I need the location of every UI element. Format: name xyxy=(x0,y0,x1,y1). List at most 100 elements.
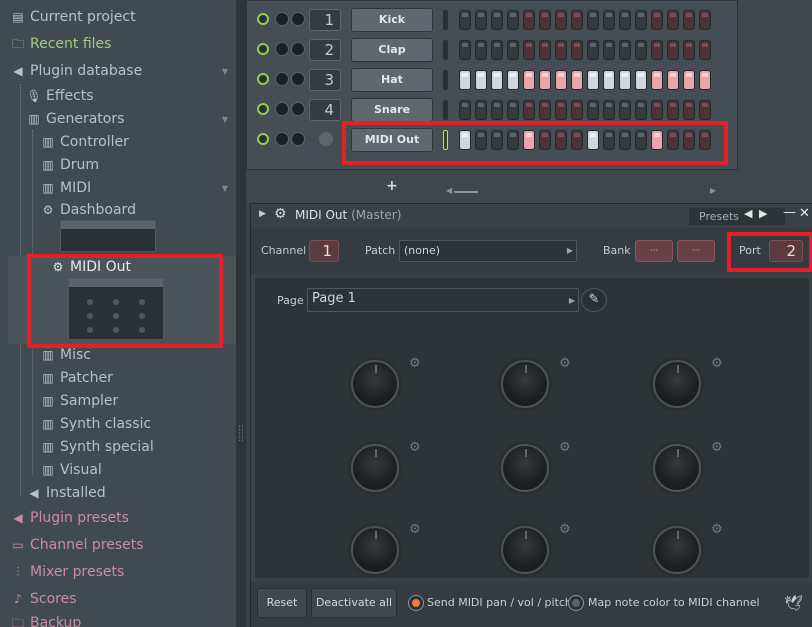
browser-item-midi-out[interactable]: ⚙ MIDI Out xyxy=(50,256,131,279)
channel-mute-led[interactable] xyxy=(257,43,269,55)
step-button[interactable] xyxy=(459,40,471,60)
step-button[interactable] xyxy=(651,100,663,120)
step-button[interactable] xyxy=(475,130,487,150)
step-button[interactable] xyxy=(587,100,599,120)
step-button[interactable] xyxy=(507,70,519,90)
browser-item-patcher[interactable]: ▥ Patcher xyxy=(40,367,113,390)
step-button[interactable] xyxy=(555,100,567,120)
channel-mixer-track-number[interactable]: 3 xyxy=(309,69,341,91)
step-button[interactable] xyxy=(523,100,535,120)
step-button[interactable] xyxy=(603,10,615,30)
browser-item-drum[interactable]: ▥ Drum xyxy=(40,154,99,177)
step-button[interactable] xyxy=(491,10,503,30)
step-button[interactable] xyxy=(619,40,631,60)
knob-settings-gear-icon[interactable]: ⚙ xyxy=(559,522,571,537)
channel-pan-knob[interactable] xyxy=(275,12,289,26)
step-button[interactable] xyxy=(699,130,711,150)
step-button[interactable] xyxy=(555,40,567,60)
step-button[interactable] xyxy=(587,130,599,150)
browser-item-plugin-presets[interactable]: ◀ Plugin presets xyxy=(10,507,129,530)
map-note-color-label[interactable]: Map note color to MIDI channel xyxy=(588,596,760,609)
step-button[interactable] xyxy=(635,70,647,90)
controller-knob[interactable] xyxy=(501,444,549,492)
step-button[interactable] xyxy=(491,100,503,120)
channel-mixer-track-number[interactable]: 2 xyxy=(309,39,341,61)
step-button[interactable] xyxy=(667,40,679,60)
presets-button[interactable]: Presets xyxy=(689,208,785,225)
step-button[interactable] xyxy=(555,10,567,30)
controller-knob[interactable] xyxy=(653,526,701,574)
channel-mute-led[interactable] xyxy=(257,13,269,25)
plugin-title-bar[interactable]: ▶ ⚙ MIDI Out (Master) Presets ◀ ▶ — ✕ xyxy=(251,204,812,228)
browser-item-plugin-database[interactable]: ◀ Plugin database ▼ xyxy=(10,60,234,83)
step-button[interactable] xyxy=(603,100,615,120)
step-button[interactable] xyxy=(539,130,551,150)
step-button[interactable] xyxy=(683,70,695,90)
browser-item-scores[interactable]: ♪ Scores xyxy=(10,588,76,611)
step-button[interactable] xyxy=(667,70,679,90)
send-midi-radio[interactable] xyxy=(409,596,423,610)
close-icon[interactable]: ✕ xyxy=(799,206,810,221)
deactivate-all-button[interactable]: Deactivate all xyxy=(311,588,397,618)
controller-knob[interactable] xyxy=(351,360,399,408)
scroll-right-icon[interactable]: ▶ xyxy=(710,186,716,195)
step-button[interactable] xyxy=(523,10,535,30)
step-button[interactable] xyxy=(699,100,711,120)
step-button[interactable] xyxy=(619,10,631,30)
splitter-grip[interactable] xyxy=(239,425,243,441)
step-button[interactable] xyxy=(475,40,487,60)
step-button[interactable] xyxy=(683,100,695,120)
step-button[interactable] xyxy=(539,10,551,30)
browser-item-recent-files[interactable]: 🗀 Recent files xyxy=(10,33,111,56)
patch-dropdown[interactable]: (none) ▶ xyxy=(399,240,577,262)
channel-name-button[interactable]: Snare xyxy=(351,98,433,122)
gear-icon[interactable]: ⚙ xyxy=(274,206,287,222)
channel-select-indicator[interactable] xyxy=(443,40,448,60)
step-button[interactable] xyxy=(587,70,599,90)
step-button[interactable] xyxy=(507,40,519,60)
step-button[interactable] xyxy=(651,130,663,150)
scroll-thumb[interactable] xyxy=(454,191,478,193)
step-button[interactable] xyxy=(683,10,695,30)
browser-item-dashboard[interactable]: ⚙ Dashboard xyxy=(40,199,136,222)
knob-settings-gear-icon[interactable]: ⚙ xyxy=(409,522,421,537)
step-button[interactable] xyxy=(635,100,647,120)
channel-select-indicator[interactable] xyxy=(443,130,448,150)
step-button[interactable] xyxy=(491,130,503,150)
step-button[interactable] xyxy=(651,40,663,60)
browser-item-misc[interactable]: ▥ Misc xyxy=(40,344,91,367)
step-button[interactable] xyxy=(555,130,567,150)
scroll-left-icon[interactable]: ◀ xyxy=(446,186,452,195)
controller-knob[interactable] xyxy=(501,526,549,574)
step-button[interactable] xyxy=(699,10,711,30)
step-button[interactable] xyxy=(635,130,647,150)
preset-prev-icon[interactable]: ◀ xyxy=(744,207,752,220)
channel-pan-knob[interactable] xyxy=(275,102,289,116)
step-button[interactable] xyxy=(507,130,519,150)
step-button[interactable] xyxy=(475,10,487,30)
pencil-icon[interactable]: ✎ xyxy=(581,288,607,312)
channel-mute-led[interactable] xyxy=(257,133,269,145)
step-button[interactable] xyxy=(491,40,503,60)
step-button[interactable] xyxy=(635,10,647,30)
channel-select-indicator[interactable] xyxy=(443,70,448,90)
browser-item-controller[interactable]: ▥ Controller xyxy=(40,131,129,154)
step-button[interactable] xyxy=(475,100,487,120)
step-button[interactable] xyxy=(603,40,615,60)
browser-item-generators[interactable]: ▥ Generators ▼ xyxy=(26,108,234,131)
step-button[interactable] xyxy=(571,130,583,150)
controller-knob[interactable] xyxy=(653,444,701,492)
minimize-icon[interactable]: — xyxy=(783,205,796,220)
step-button[interactable] xyxy=(475,70,487,90)
step-button[interactable] xyxy=(587,40,599,60)
channel-mixer-track-number[interactable]: 1 xyxy=(309,9,341,31)
step-button[interactable] xyxy=(459,100,471,120)
knob-settings-gear-icon[interactable]: ⚙ xyxy=(711,440,723,455)
channel-name-button[interactable]: Kick xyxy=(351,8,433,32)
browser-item-midi[interactable]: ▥ MIDI ▼ xyxy=(40,177,234,200)
browser-item-visual[interactable]: ▥ Visual xyxy=(40,459,101,482)
step-button[interactable] xyxy=(667,130,679,150)
step-button[interactable] xyxy=(459,70,471,90)
knob-settings-gear-icon[interactable]: ⚙ xyxy=(409,440,421,455)
step-button[interactable] xyxy=(651,10,663,30)
